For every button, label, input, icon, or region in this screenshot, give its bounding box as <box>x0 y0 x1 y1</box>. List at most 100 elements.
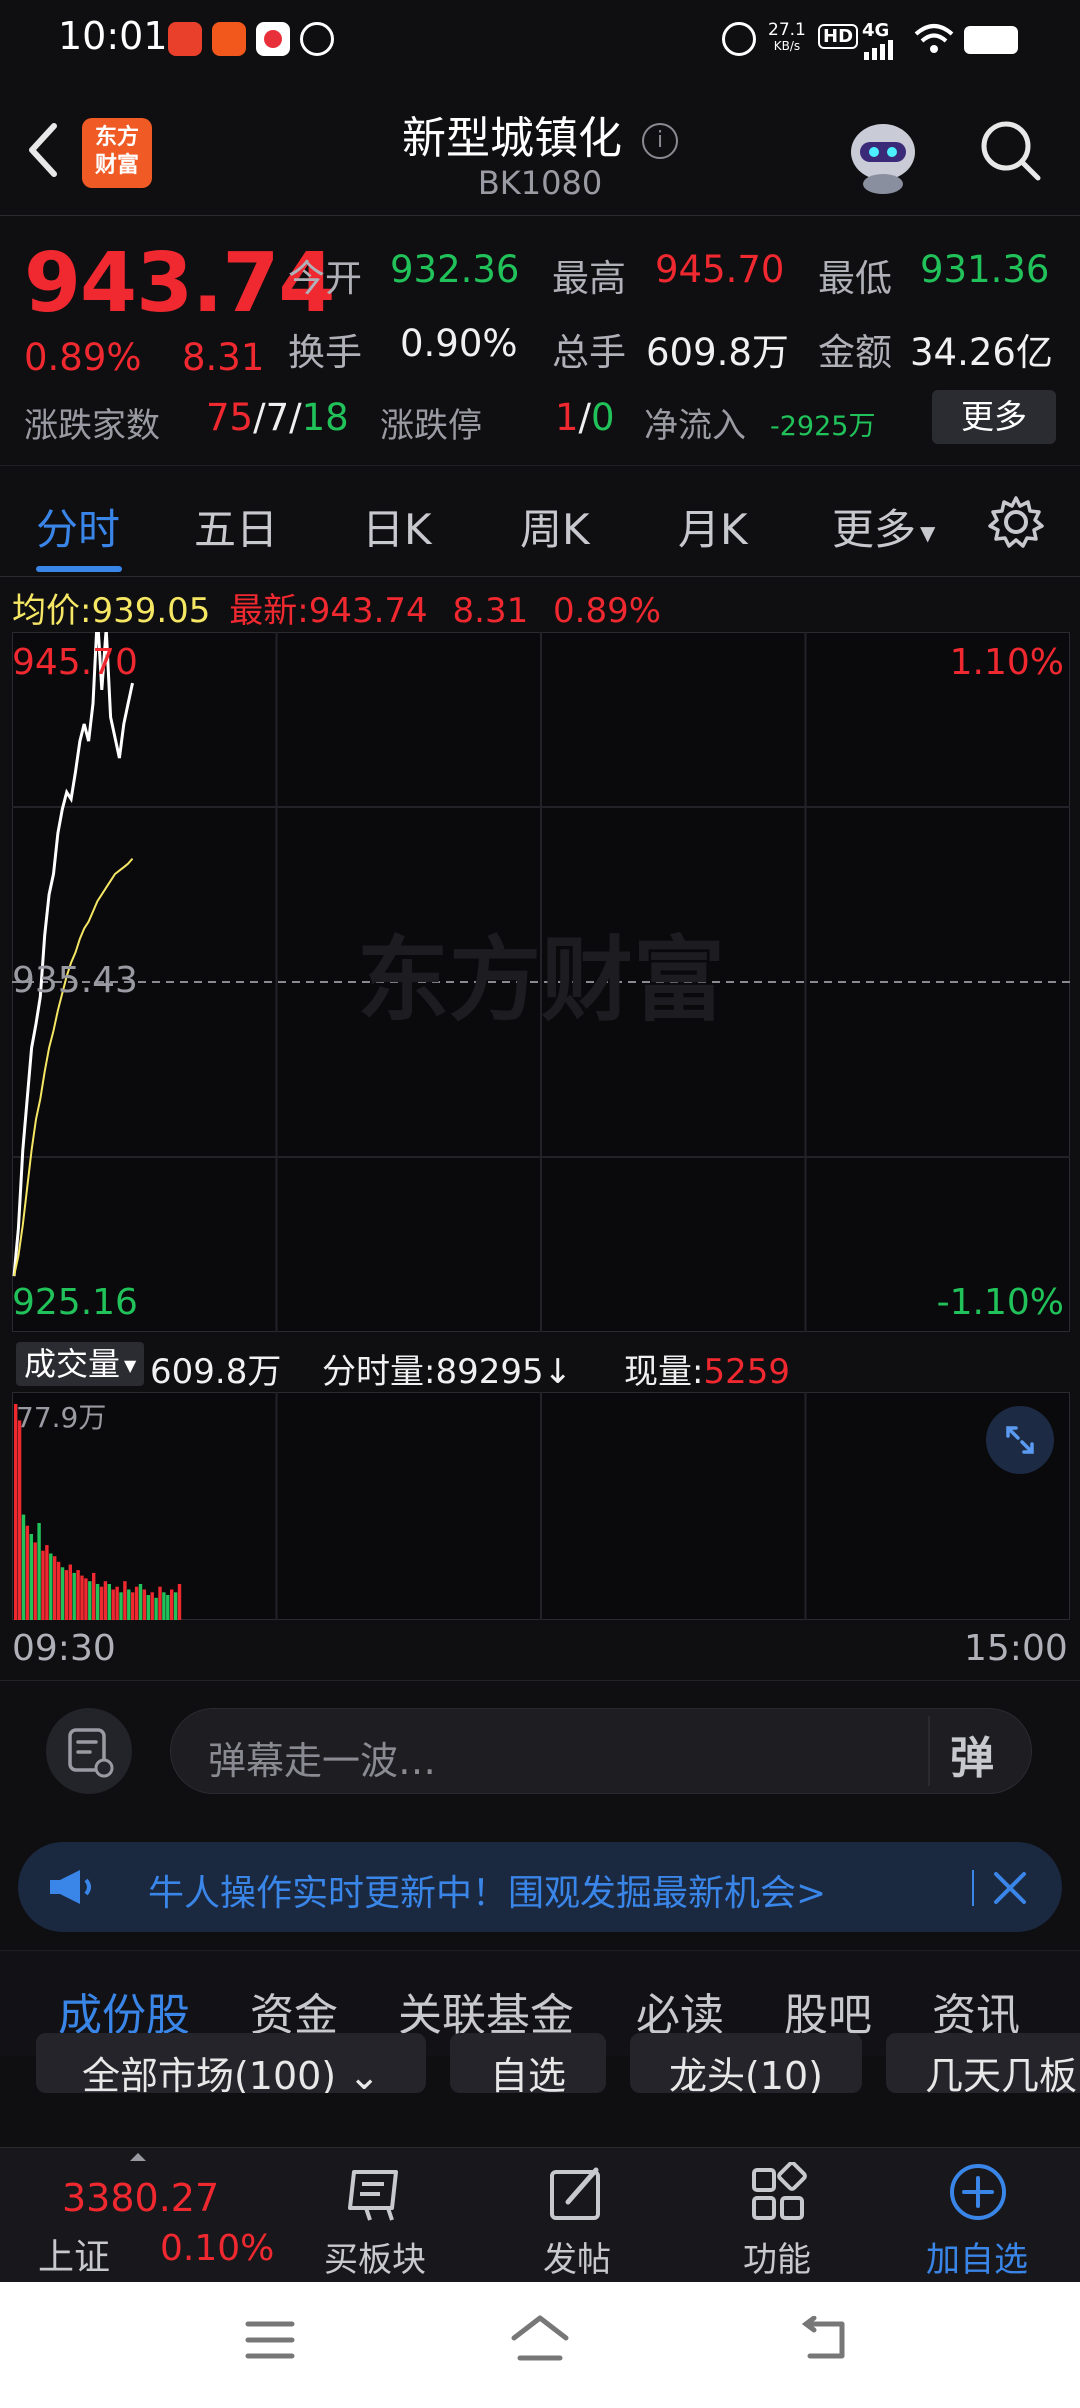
avg-label: 均价: <box>12 591 92 631</box>
nav-post[interactable]: 发帖 <box>502 2148 652 2283</box>
menu-icon[interactable] <box>244 2318 296 2366</box>
chart-y-max: 945.70 <box>12 642 138 683</box>
nav-function[interactable]: 功能 <box>702 2148 852 2283</box>
limit-down: 0 <box>591 396 615 439</box>
volume-bar <box>99 1586 104 1620</box>
more-button[interactable]: 更多 <box>932 390 1056 444</box>
volume-bar <box>166 1595 170 1620</box>
comment-list-icon <box>68 1728 114 1778</box>
chart-y-min: 925.16 <box>12 1282 138 1323</box>
high-value: 945.70 <box>655 248 785 291</box>
info-icon[interactable]: i <box>642 123 678 159</box>
network-speed: 27.1 KB/s <box>768 22 806 54</box>
signal-icon <box>862 40 902 64</box>
index-name: 上证 <box>38 2237 111 2278</box>
volume-bar <box>64 1570 69 1620</box>
index-quote[interactable]: 3380.27 上证 0.10% <box>0 2148 290 2283</box>
network-type: 4G <box>862 20 890 41</box>
close-banner-icon[interactable] <box>990 1868 1030 1912</box>
video-notification-icon <box>256 22 290 56</box>
volume-bar <box>173 1592 178 1620</box>
index-value: 3380.27 <box>62 2176 220 2220</box>
volume-bar <box>123 1581 127 1620</box>
danmaku-send-button[interactable]: 弹 <box>928 1708 1032 1794</box>
latest-value: 943.74 <box>308 591 428 631</box>
header: 东方财富 新型城镇化 i BK1080 <box>0 80 1080 216</box>
chip-watchlist[interactable]: 自选 <box>450 2033 606 2093</box>
chip-consecutive-limit[interactable]: 几天几板 <box>886 2033 1080 2093</box>
search-icon[interactable] <box>978 118 1044 188</box>
wifi-icon <box>914 22 954 60</box>
price-info-line: 均价:939.05 最新:943.74 8.31 0.89% <box>12 583 661 632</box>
nav-buy-block-label: 买板块 <box>324 2240 426 2280</box>
change-percent: 0.89% <box>24 336 142 379</box>
robot-assistant-icon[interactable] <box>842 114 924 196</box>
banner-divider <box>972 1870 974 1906</box>
system-nav-bar <box>0 2282 1080 2408</box>
open-label: 今开 <box>288 257 362 300</box>
add-circle-icon <box>946 2160 1010 2228</box>
back-nav-icon[interactable] <box>796 2315 852 2368</box>
volume-bar <box>150 1592 154 1620</box>
tab-monthly-k[interactable]: 月K <box>678 496 748 557</box>
alarm-icon <box>722 22 756 56</box>
volume-value: 609.8万 <box>646 331 789 374</box>
volume-bar <box>95 1584 100 1620</box>
volume-bar <box>111 1589 115 1620</box>
megaphone-icon <box>46 1866 96 1912</box>
divider <box>0 1680 1080 1681</box>
banner-text: 牛人操作实时更新中！围观发掘最新机会> <box>148 1873 827 1914</box>
finance-notification-icon <box>300 22 334 56</box>
open-value: 932.36 <box>390 248 520 291</box>
chip-all-markets[interactable]: 全部市场(100) ⌄ <box>36 2033 426 2093</box>
status-bar: 10:01 27.1 KB/s HD 4G <box>0 0 1080 80</box>
index-pct: 0.10% <box>160 2228 275 2269</box>
breadth-sep-1: / <box>253 396 266 439</box>
tab-more-caret-icon: ▼ <box>920 520 936 545</box>
tab-intraday[interactable]: 分时 <box>36 496 120 557</box>
nav-buy-block[interactable]: 买板块 <box>300 2148 450 2283</box>
chip-leaders[interactable]: 龙头(10) <box>630 2033 862 2093</box>
now-volume: 现量:5259 <box>624 1344 790 1393</box>
intraday-price-chart[interactable]: 东方财富 945.70 935.43 925.16 1.10% -1.10% <box>11 614 1071 1333</box>
volume-chart[interactable]: 77.9万 <box>11 1391 1071 1621</box>
limit-label: 涨跌停 <box>380 406 482 446</box>
settings-gear-icon[interactable] <box>988 494 1044 554</box>
breadth-flat: 7 <box>265 396 290 439</box>
nav-add-watch[interactable]: 加自选 <box>902 2148 1052 2283</box>
danmaku-placeholder: 弹幕走一波… <box>208 1739 437 1783</box>
comment-list-button[interactable] <box>46 1708 132 1794</box>
amount-label: 金额 <box>818 331 892 374</box>
tab-more[interactable]: 更多 ▼ <box>832 496 935 557</box>
volume-bar <box>170 1589 174 1620</box>
active-tab-indicator <box>36 566 122 572</box>
tab-five-day[interactable]: 五日 <box>194 496 278 557</box>
volume-indicator-select[interactable]: 成交量 ▼ <box>16 1342 145 1386</box>
volume-bar <box>88 1581 92 1620</box>
volume-bar <box>154 1597 158 1620</box>
status-time: 10:01 <box>58 14 168 58</box>
volume-bar <box>142 1589 147 1620</box>
tab-daily-k[interactable]: 日K <box>362 496 432 557</box>
change-amount: 8.31 <box>182 336 265 379</box>
expand-icon <box>1006 1426 1034 1454</box>
network-speed-value: 27.1 <box>768 20 806 40</box>
edit-icon <box>544 2162 610 2230</box>
battery-icon <box>964 26 1018 54</box>
page-title: 新型城镇化 <box>402 113 622 164</box>
tab-weekly-k[interactable]: 周K <box>520 496 590 557</box>
limit-values: 1/0 <box>555 396 615 439</box>
volume-bar <box>60 1567 65 1620</box>
volume-bar <box>68 1564 72 1620</box>
volume-bar <box>162 1592 166 1620</box>
expand-chart-button[interactable] <box>986 1406 1054 1474</box>
volume-caret-icon: ▼ <box>124 1356 137 1375</box>
send-divider <box>928 1716 930 1786</box>
chart-pct-max: 1.10% <box>949 642 1064 683</box>
volume-total: 609.8万 <box>150 1352 282 1392</box>
home-icon[interactable] <box>508 2312 572 2368</box>
volume-bar <box>127 1589 131 1620</box>
volume-bar <box>17 1420 22 1620</box>
volume-bar <box>37 1523 41 1620</box>
volume-bar <box>41 1550 45 1620</box>
